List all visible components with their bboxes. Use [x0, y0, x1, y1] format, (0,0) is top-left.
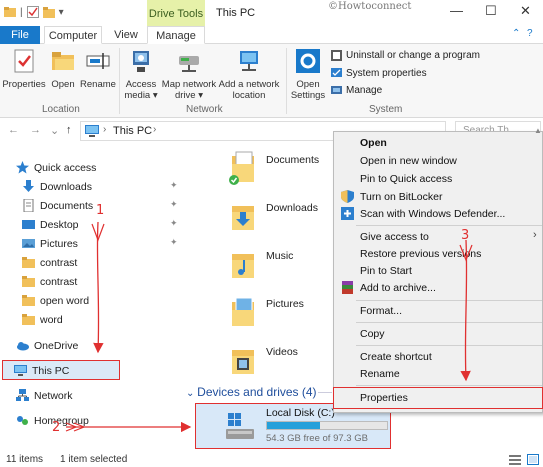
- details-view-icon[interactable]: [509, 454, 521, 465]
- file-explorer-window: | ▾ Drive Tools This PC ©Howtoconnect — …: [0, 0, 543, 467]
- annotation-step-3: 3: [461, 228, 470, 243]
- item-count: 11 items: [6, 454, 44, 465]
- status-bar: 11 items 1 item selected: [0, 452, 543, 467]
- large-icons-view-icon[interactable]: [527, 454, 539, 465]
- selection-count: 1 item selected: [60, 454, 128, 465]
- annotation-step-1: 1: [96, 203, 105, 218]
- annotation-step-2: 2: [52, 420, 61, 435]
